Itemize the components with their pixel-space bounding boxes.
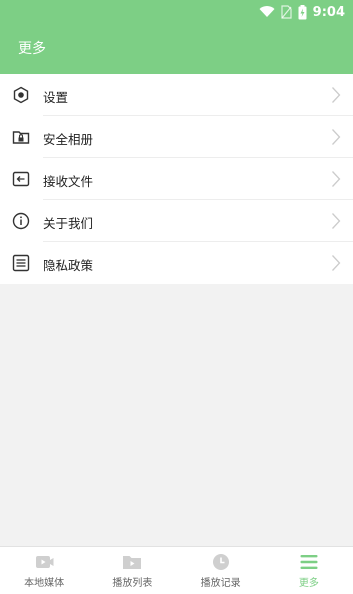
menu-item-secure-album[interactable]: 安全相册 (0, 116, 353, 158)
battery-charging-icon (298, 4, 307, 19)
menu-item-label: 关于我们 (43, 216, 94, 231)
status-time: 9:04 (312, 4, 345, 20)
nav-tab-label: 更多 (298, 578, 319, 589)
clock-icon (212, 554, 229, 570)
chevron-right-icon (332, 129, 341, 145)
menu-item-receive-file[interactable]: 接收文件 (0, 158, 353, 200)
menu-icon (300, 555, 318, 569)
receive-file-icon (12, 171, 30, 187)
nav-tab-label: 播放列表 (112, 578, 153, 589)
menu-item-label: 设置 (43, 90, 69, 105)
info-icon (12, 212, 30, 230)
video-icon (36, 556, 54, 568)
document-list-icon (12, 254, 30, 272)
playlist-folder-icon (123, 556, 142, 569)
wifi-icon (259, 6, 275, 18)
nav-tab-label: 本地媒体 (24, 578, 65, 589)
menu-item-label: 隐私政策 (43, 258, 94, 273)
nav-tab-more[interactable]: 更多 (265, 547, 353, 594)
chevron-right-icon (332, 213, 341, 229)
page-title: 更多 (18, 41, 46, 57)
menu-item-privacy-policy[interactable]: 隐私政策 (0, 242, 353, 284)
no-sim-icon (281, 5, 292, 19)
menu-item-label: 接收文件 (43, 174, 94, 189)
menu-item-settings[interactable]: 设置 (0, 74, 353, 116)
app-header: 9:04 更多 (0, 0, 353, 74)
menu-item-about-us[interactable]: 关于我们 (0, 200, 353, 242)
bottom-navigation: 本地媒体 播放列表 播放记录 更多 (0, 546, 353, 594)
nav-tab-playlist[interactable]: 播放列表 (88, 547, 176, 594)
nav-tab-history[interactable]: 播放记录 (177, 547, 265, 594)
chevron-right-icon (332, 255, 341, 271)
chevron-right-icon (332, 87, 341, 103)
chevron-right-icon (332, 171, 341, 187)
status-bar: 9:04 (259, 3, 345, 21)
settings-menu: 设置 安全相册 接收文件 关于我们 隐私政策 (0, 74, 353, 284)
nav-tab-label: 播放记录 (200, 578, 241, 589)
gear-hex-icon (13, 86, 29, 104)
locked-folder-icon (12, 131, 30, 144)
nav-tab-local-media[interactable]: 本地媒体 (0, 547, 88, 594)
menu-item-label: 安全相册 (43, 132, 94, 147)
